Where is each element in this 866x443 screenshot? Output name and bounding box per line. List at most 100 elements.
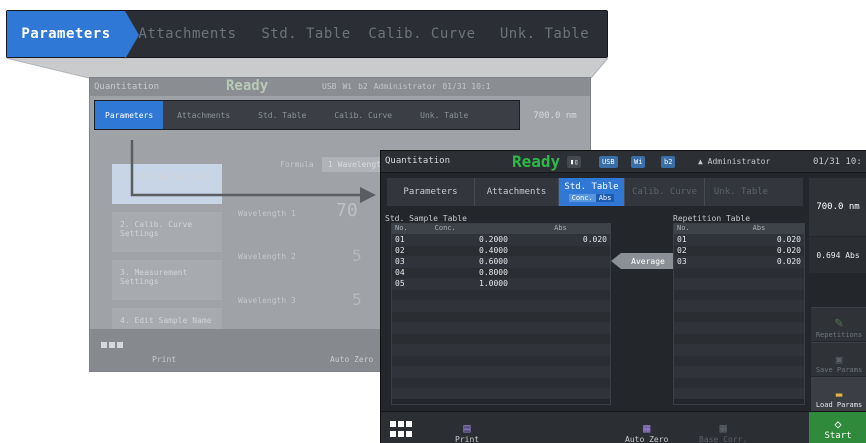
table-row[interactable]: [392, 355, 610, 366]
tab-calib-curve[interactable]: Calib. Curve: [362, 11, 482, 57]
rep-cell-no: 01: [677, 235, 687, 244]
menu-grid-icon[interactable]: [389, 420, 413, 440]
auto-zero-button[interactable]: ▦ Auto Zero: [625, 414, 668, 443]
back-auto-zero-button[interactable]: Auto Zero: [330, 355, 373, 364]
back-tab-calib-curve[interactable]: Calib. Curve: [320, 111, 406, 120]
table-row[interactable]: [392, 333, 610, 344]
table-row[interactable]: [392, 311, 610, 322]
table-row[interactable]: [392, 344, 610, 355]
base-corr-icon: ▦: [719, 421, 727, 435]
user-account[interactable]: ▲ Administrator: [698, 157, 770, 166]
cell-no: [392, 290, 432, 300]
rep-cell-abs: [714, 367, 804, 377]
col-conc: Conc.: [434, 224, 456, 232]
table-row[interactable]: [674, 311, 804, 322]
repetitions-button[interactable]: ✎ Repetitions: [811, 307, 866, 341]
tab-strip: Parameters Attachments Std. Table Conc. …: [387, 178, 803, 206]
cell-conc: [432, 334, 511, 344]
table-row[interactable]: [392, 300, 610, 311]
start-label: Start: [824, 430, 852, 441]
table-row[interactable]: 01 0.2000 0.020: [392, 234, 610, 245]
table-row[interactable]: [674, 377, 804, 388]
back-app-title: Quantitation: [94, 82, 160, 92]
cell-abs: [511, 334, 610, 344]
auto-zero-label: Auto Zero: [625, 435, 669, 443]
menu-formula-settings[interactable]: 1. Formula Settings: [112, 164, 222, 204]
wavelength-3-value[interactable]: 5: [352, 290, 362, 309]
tab-attachments[interactable]: Attachments: [125, 11, 250, 57]
table-row[interactable]: [674, 333, 804, 344]
table-row[interactable]: [674, 278, 804, 289]
table-row[interactable]: 02 0.020: [674, 245, 804, 256]
table-row[interactable]: [392, 366, 610, 377]
table-row[interactable]: 03 0.6000: [392, 256, 610, 267]
back-tab-attachments[interactable]: Attachments: [163, 111, 244, 120]
cell-conc: 0.6000: [479, 257, 508, 266]
conc-toggle[interactable]: Conc.: [568, 194, 596, 202]
tab-std-table[interactable]: Std. Table: [250, 11, 362, 57]
auto-zero-icon: ▦: [643, 421, 651, 435]
table-row[interactable]: [674, 355, 804, 366]
rep-cell-abs: [714, 268, 804, 278]
back-menu-grid-icon[interactable]: [100, 341, 124, 351]
cell-abs: [511, 246, 610, 256]
load-params-button[interactable]: ▬ Load Params: [811, 377, 866, 411]
tab-unk-table-front[interactable]: Unk. Table: [705, 178, 777, 206]
back-tab-unk-table[interactable]: Unk. Table: [406, 111, 482, 120]
cell-conc: 1.0000: [479, 279, 508, 288]
tab-attachments-front[interactable]: Attachments: [475, 178, 559, 206]
rep-cell-no: 02: [677, 246, 687, 255]
table-row[interactable]: 01 0.020: [674, 234, 804, 245]
table-row[interactable]: 04 0.8000: [392, 267, 610, 278]
table-row[interactable]: [674, 388, 804, 399]
back-tab-parameters[interactable]: Parameters: [95, 101, 164, 129]
wavelength-2-value[interactable]: 5: [352, 246, 362, 265]
tab-unk-table[interactable]: Unk. Table: [482, 11, 607, 57]
cell-abs: [511, 312, 610, 322]
print-button[interactable]: ▤ Print: [455, 414, 479, 443]
wavelength-3-label: Wavelength 3: [238, 296, 296, 305]
table-row[interactable]: [674, 289, 804, 300]
menu-measurement-settings[interactable]: 3. Measurement Settings: [112, 260, 222, 300]
cell-abs: [511, 257, 610, 267]
cell-no: [392, 378, 432, 388]
tab-parameters[interactable]: Parameters: [7, 11, 139, 59]
user-icon: ▲: [698, 157, 703, 166]
table-row[interactable]: [392, 289, 610, 300]
std-sample-table: No. Conc. Abs 01 0.2000 0.020 02 0.4000 03 0.6…: [391, 223, 611, 405]
table-row[interactable]: 03 0.020: [674, 256, 804, 267]
cell-conc: [432, 367, 511, 377]
table-row[interactable]: [392, 322, 610, 333]
start-button[interactable]: ◇ Start: [809, 412, 866, 443]
table-row[interactable]: [674, 366, 804, 377]
save-params-button[interactable]: ▣ Save Params: [811, 342, 866, 376]
tab-parameters-front[interactable]: Parameters: [387, 178, 475, 206]
formula-value[interactable]: 1 Wavelengt: [322, 157, 387, 172]
tab-calib-curve-front[interactable]: Calib. Curve: [625, 178, 705, 206]
abs-toggle[interactable]: Abs: [595, 194, 615, 202]
std-table-title: Std. Sample Table: [385, 214, 467, 223]
app-title: Quantitation: [385, 156, 451, 166]
table-row[interactable]: [674, 267, 804, 278]
save-icon: ▣: [835, 353, 843, 366]
back-clock: 01/31 10:1: [442, 82, 491, 91]
table-row[interactable]: [674, 300, 804, 311]
ready-status: Ready: [512, 152, 561, 171]
base-corr-button[interactable]: ▦ Base Corr.: [699, 414, 747, 443]
back-print-button[interactable]: Print: [152, 355, 176, 364]
average-button[interactable]: Average: [611, 253, 675, 269]
table-row[interactable]: [674, 322, 804, 333]
cell-abs: [511, 268, 610, 278]
rep-cell-abs: [714, 334, 804, 344]
table-row[interactable]: 05 1.0000: [392, 278, 610, 289]
table-row[interactable]: [392, 377, 610, 388]
table-row[interactable]: [674, 344, 804, 355]
cell-no: 05: [395, 279, 405, 288]
table-row[interactable]: 02 0.4000: [392, 245, 610, 256]
tab-std-table-front[interactable]: Std. Table Conc. Abs: [559, 178, 625, 206]
repetition-table: No. Abs 01 0.020 02 0.020 03 0.020: [673, 223, 805, 405]
table-row[interactable]: [392, 388, 610, 399]
back-tab-std-table[interactable]: Std. Table: [244, 111, 320, 120]
menu-calib-curve-settings[interactable]: 2. Calib. Curve Settings: [112, 212, 222, 252]
wavelength-1-value[interactable]: 70: [336, 200, 358, 221]
